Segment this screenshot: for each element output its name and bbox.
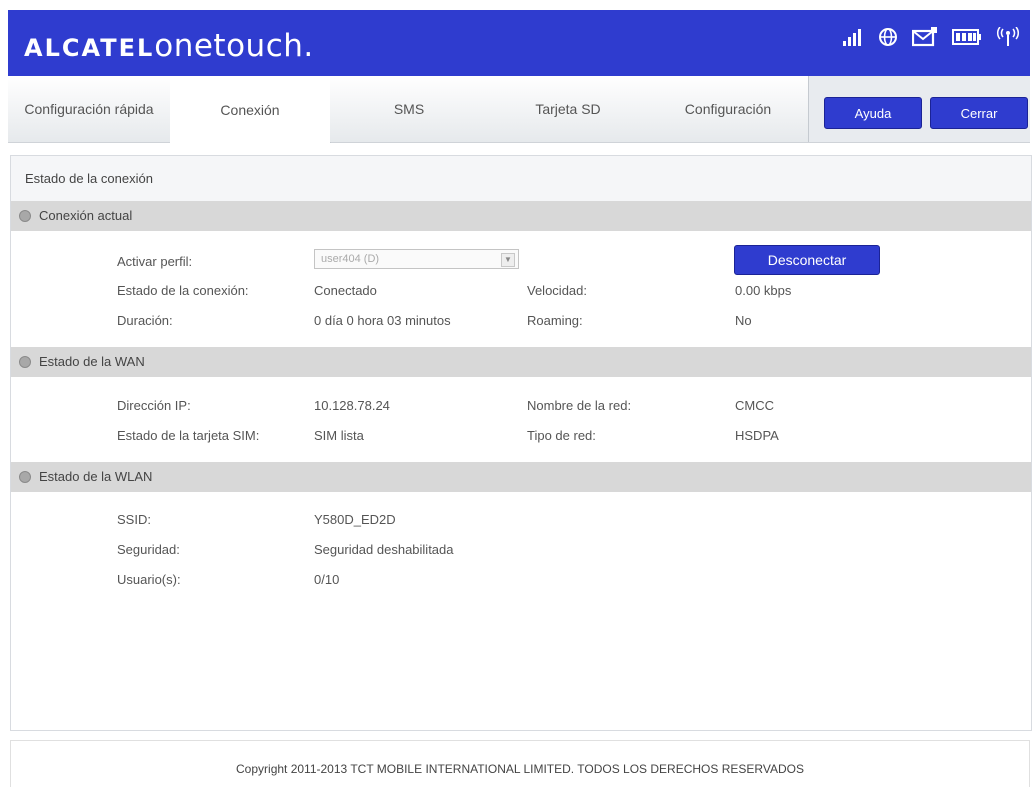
- tab-sms[interactable]: SMS: [330, 76, 489, 142]
- brand-logo: ALCATELonetouch.: [24, 28, 314, 64]
- chevron-down-icon: ▼: [501, 253, 515, 267]
- section-current-connection[interactable]: Conexión actual: [11, 201, 1031, 231]
- sim-status-value: SIM lista: [314, 428, 364, 443]
- network-type-value: HSDPA: [735, 428, 779, 443]
- status-icons: [842, 24, 1020, 50]
- collapse-icon: [19, 210, 31, 222]
- connection-state-label: Estado de la conexión:: [117, 283, 249, 298]
- profile-select[interactable]: user404 (D) ▼: [314, 249, 519, 269]
- profile-label: Activar perfil:: [117, 254, 193, 269]
- disconnect-button[interactable]: Desconectar: [734, 245, 880, 275]
- users-value: 0/10: [314, 572, 340, 587]
- connection-state-value: Conectado: [314, 283, 377, 298]
- signal-icon: [842, 27, 864, 47]
- collapse-icon: [19, 356, 31, 368]
- users-label: Usuario(s):: [117, 572, 181, 587]
- wifi-icon: [996, 26, 1020, 47]
- sim-status-label: Estado de la tarjeta SIM:: [117, 428, 260, 443]
- help-button[interactable]: Ayuda: [824, 97, 922, 129]
- duration-label: Duración:: [117, 313, 173, 328]
- tab-conexion[interactable]: Conexión: [170, 76, 331, 143]
- connection-status-panel: Estado de la conexión Conexión actual Ac…: [10, 155, 1032, 731]
- section-wan-status[interactable]: Estado de la WAN: [11, 347, 1031, 377]
- page-title: Estado de la conexión: [11, 156, 1031, 201]
- ssid-label: SSID:: [117, 512, 151, 527]
- ssid-value: Y580D_ED2D: [314, 512, 396, 527]
- network-name-value: CMCC: [735, 398, 774, 413]
- network-type-label: Tipo de red:: [527, 428, 596, 443]
- security-label: Seguridad:: [117, 542, 180, 557]
- battery-icon: [952, 27, 982, 47]
- duration-value: 0 día 0 hora 03 minutos: [314, 313, 451, 328]
- close-button[interactable]: Cerrar: [930, 97, 1028, 129]
- message-icon: [911, 27, 938, 47]
- tab-configuracion-rapida[interactable]: Configuración rápida: [8, 76, 171, 142]
- ip-value: 10.128.78.24: [314, 398, 390, 413]
- roaming-value: No: [735, 313, 752, 328]
- speed-label: Velocidad:: [527, 283, 587, 298]
- globe-icon: [878, 27, 898, 47]
- roaming-label: Roaming:: [527, 313, 583, 328]
- speed-value: 0.00 kbps: [735, 283, 792, 298]
- tab-configuracion[interactable]: Configuración: [648, 76, 809, 142]
- footer-copyright: Copyright 2011-2013 TCT MOBILE INTERNATI…: [10, 740, 1030, 787]
- network-name-label: Nombre de la red:: [527, 398, 632, 413]
- top-header: ALCATELonetouch.: [8, 10, 1030, 76]
- section-wlan-status[interactable]: Estado de la WLAN: [11, 462, 1031, 492]
- ip-label: Dirección IP:: [117, 398, 191, 413]
- tab-tarjeta-sd[interactable]: Tarjeta SD: [488, 76, 649, 142]
- security-value: Seguridad deshabilitada: [314, 542, 454, 557]
- collapse-icon: [19, 471, 31, 483]
